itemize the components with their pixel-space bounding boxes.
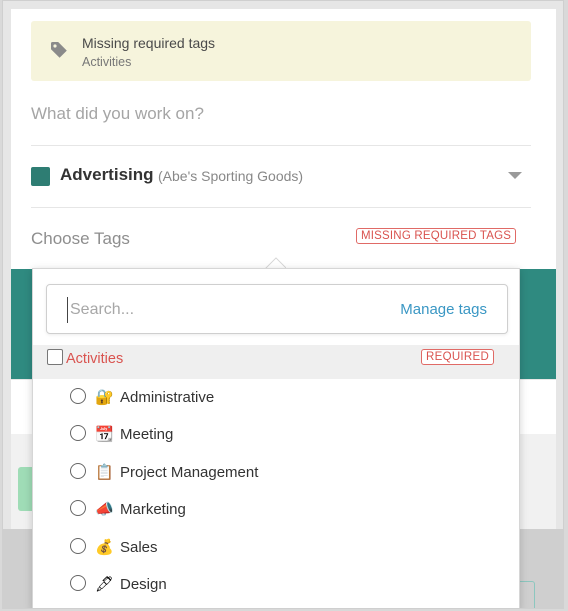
radio-button[interactable]: [70, 425, 86, 441]
missing-required-tags-badge: MISSING REQUIRED TAGS: [356, 228, 517, 244]
group-label: Activities: [66, 351, 124, 367]
tag-search-input[interactable]: [67, 297, 367, 323]
lock-icon: 🔐: [95, 388, 114, 406]
project-name[interactable]: Advertising: [60, 165, 154, 185]
tag-option-marketing[interactable]: 📣 Marketing: [33, 492, 519, 526]
tag-label: Design: [120, 576, 167, 593]
notes-input[interactable]: What did you work on?: [31, 104, 204, 124]
pen-icon: 🖋: [95, 575, 115, 593]
tag-icon: [51, 42, 67, 58]
tag-option-sales[interactable]: 💰 Sales: [33, 530, 519, 564]
teal-band-button-edge: [519, 581, 535, 608]
project-dropdown-caret-icon[interactable]: [508, 172, 522, 179]
tag-option-project-management[interactable]: 📋 Project Management: [33, 455, 519, 489]
clipboard-icon: 📋: [95, 463, 114, 481]
tag-label: Administrative: [120, 389, 215, 406]
tag-label: Marketing: [120, 501, 186, 518]
tag-label: Meeting: [120, 426, 174, 443]
banner-title: Missing required tags: [82, 35, 216, 51]
tag-option-administrative[interactable]: 🔐 Administrative: [33, 380, 519, 414]
project-color-swatch: [31, 167, 50, 186]
window-frame: Missing required tags Activities What di…: [2, 0, 564, 609]
tag-picker-dropdown: Manage tags Activities REQUIRED 🔐 Admini…: [32, 268, 520, 608]
missing-tags-banner: Missing required tags Activities: [31, 21, 531, 81]
radio-button[interactable]: [70, 538, 86, 554]
tag-group-activities[interactable]: Activities REQUIRED: [33, 345, 519, 379]
required-badge: REQUIRED: [421, 349, 495, 365]
manage-tags-link[interactable]: Manage tags: [400, 301, 487, 318]
tag-label: Sales: [120, 539, 158, 556]
radio-button[interactable]: [70, 388, 86, 404]
tag-label: Project Management: [120, 464, 259, 481]
tag-option-meeting[interactable]: 📆 Meeting: [33, 417, 519, 451]
megaphone-icon: 📣: [95, 500, 114, 518]
radio-button[interactable]: [70, 463, 86, 479]
group-checkbox[interactable]: [47, 349, 63, 365]
choose-tags-field[interactable]: Choose Tags: [31, 229, 130, 249]
radio-button[interactable]: [70, 575, 86, 591]
radio-button[interactable]: [70, 500, 86, 516]
tag-option-design[interactable]: 🖋 Design: [33, 567, 519, 601]
divider: [31, 207, 531, 208]
divider: [31, 145, 531, 146]
calendar-icon: 📆: [95, 425, 114, 443]
tag-search-box: Manage tags: [46, 284, 508, 334]
project-client: (Abe's Sporting Goods): [158, 168, 304, 184]
money-bag-icon: 💰: [95, 538, 114, 556]
banner-subtitle: Activities: [82, 55, 132, 69]
